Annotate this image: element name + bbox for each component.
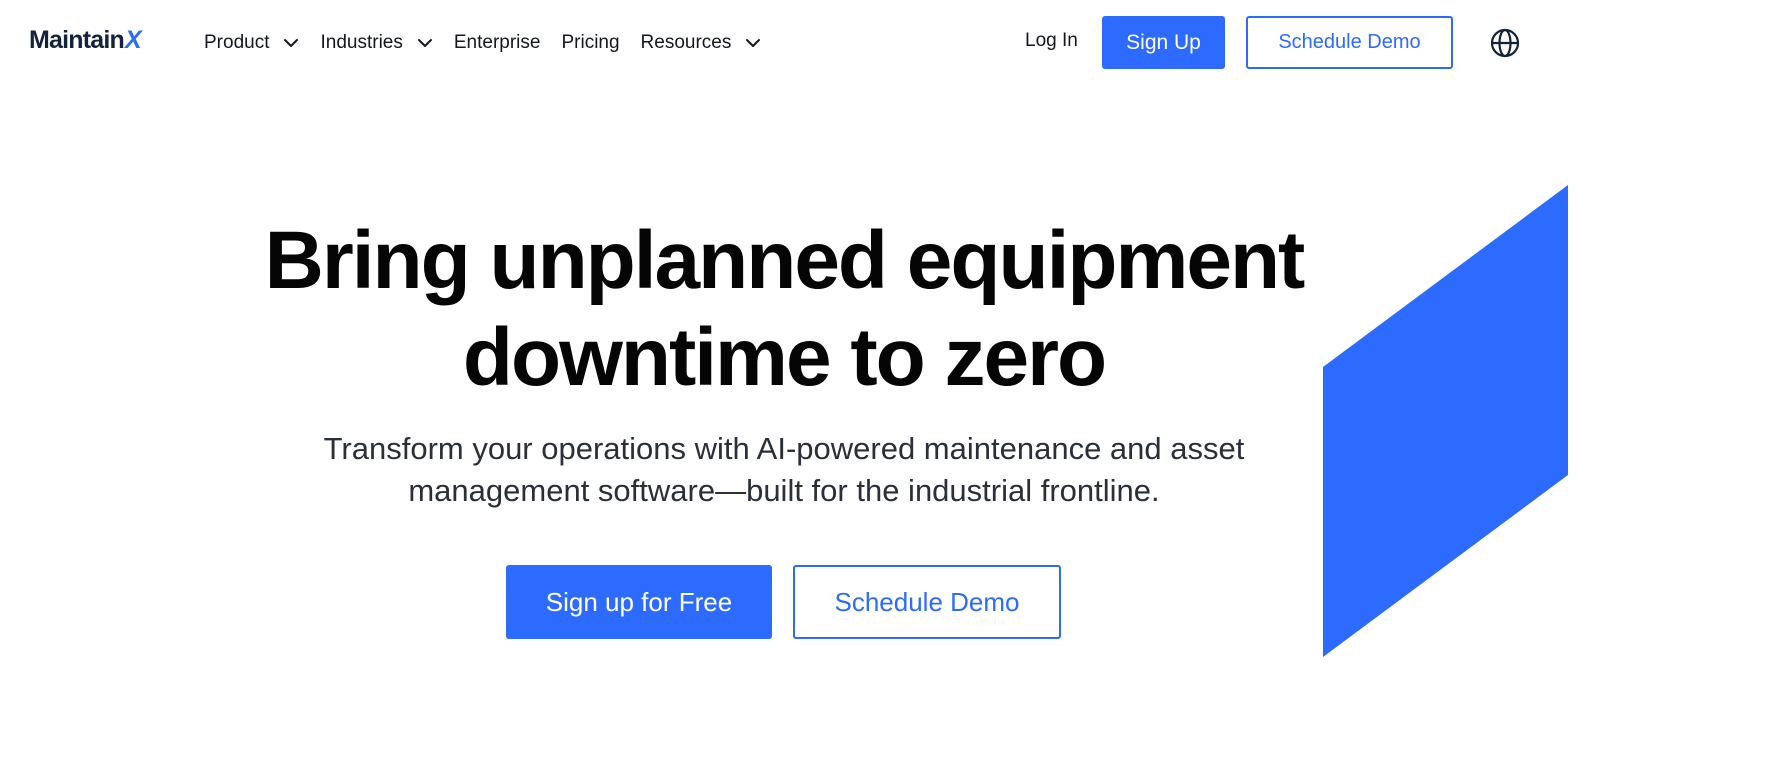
schedule-demo-button-header[interactable]: Schedule Demo — [1246, 16, 1453, 69]
signup-free-button[interactable]: Sign up for Free — [506, 565, 772, 639]
nav-item-industries[interactable]: Industries — [320, 32, 432, 54]
nav-item-label: Resources — [640, 32, 732, 53]
nav-item-product[interactable]: Product — [204, 32, 299, 54]
hero-subheadline-line: management software—built for the indust… — [408, 473, 1160, 508]
schedule-demo-button-hero[interactable]: Schedule Demo — [793, 565, 1061, 639]
logo-text: Maintain — [29, 25, 125, 54]
chevron-down-icon — [745, 35, 761, 51]
hero-headline: Bring unplanned equipment downtime to ze… — [0, 212, 1568, 406]
nav-item-pricing[interactable]: Pricing — [561, 32, 619, 54]
chevron-down-icon — [417, 35, 433, 51]
signup-button[interactable]: Sign Up — [1102, 16, 1225, 69]
nav-item-label: Industries — [320, 32, 403, 53]
hero-subheadline-line: Transform your operations with AI-powere… — [323, 431, 1245, 466]
nav-item-label: Pricing — [561, 32, 620, 53]
logo-x-mark: X — [125, 25, 142, 54]
maintainx-logo[interactable]: Maintain X — [29, 25, 142, 55]
globe-icon[interactable] — [1489, 27, 1521, 59]
hero-subheadline: Transform your operations with AI-powere… — [0, 428, 1568, 512]
nav-item-resources[interactable]: Resources — [641, 32, 762, 54]
hero-headline-line: downtime to zero — [462, 312, 1107, 403]
main-nav: Product Industries Enterprise Pricing Re… — [204, 27, 782, 59]
page: Maintain X Product Industries Enterprise … — [0, 0, 1568, 662]
login-link[interactable]: Log In — [1025, 30, 1078, 52]
nav-item-enterprise[interactable]: Enterprise — [454, 32, 541, 54]
hero-headline-line: Bring unplanned equipment — [264, 215, 1306, 306]
nav-item-label: Product — [204, 32, 270, 53]
nav-item-label: Enterprise — [453, 32, 541, 53]
chevron-down-icon — [283, 35, 299, 51]
site-header: Maintain X Product Industries Enterprise … — [0, 0, 1568, 86]
